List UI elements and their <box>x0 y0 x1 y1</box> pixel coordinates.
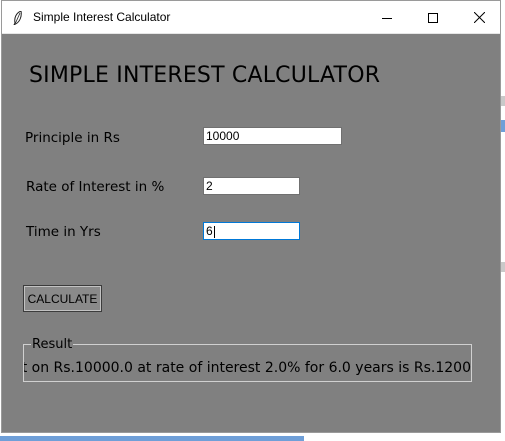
title-bar[interactable]: Simple Interest Calculator <box>2 1 500 34</box>
principle-input[interactable]: 10000 <box>203 127 342 145</box>
desktop-background-fragment <box>501 262 505 272</box>
desktop-background-fragment <box>501 96 505 106</box>
minimize-icon <box>382 17 392 19</box>
time-label: Time in Yrs <box>26 224 101 240</box>
maximize-icon <box>428 12 438 23</box>
minimize-button[interactable] <box>364 1 410 34</box>
close-button[interactable] <box>456 1 502 34</box>
feather-icon <box>13 11 22 25</box>
result-output: Simple Interest on Rs.10000.0 at rate of… <box>24 360 471 380</box>
window-title: Simple Interest Calculator <box>33 10 171 24</box>
maximize-button[interactable] <box>410 1 456 34</box>
taskbar-highlight-fragment <box>0 436 304 441</box>
principle-label: Principle in Rs <box>25 130 120 146</box>
calculate-button[interactable]: CALCULATE <box>23 285 102 312</box>
text-caret <box>213 225 215 238</box>
page-title: SIMPLE INTEREST CALCULATOR <box>29 63 381 88</box>
desktop-background-fragment <box>501 120 505 132</box>
result-legend: Result <box>31 337 74 352</box>
app-window: Simple Interest Calculator SIMPLE INTERE… <box>1 0 501 433</box>
result-text: Simple Interest on Rs.10000.0 at rate of… <box>24 360 471 376</box>
time-input-value: 6 <box>206 224 213 238</box>
time-input[interactable]: 6 <box>203 222 300 240</box>
close-icon <box>473 12 485 23</box>
rate-label: Rate of Interest in % <box>26 179 165 195</box>
rate-input[interactable]: 2 <box>203 177 300 195</box>
